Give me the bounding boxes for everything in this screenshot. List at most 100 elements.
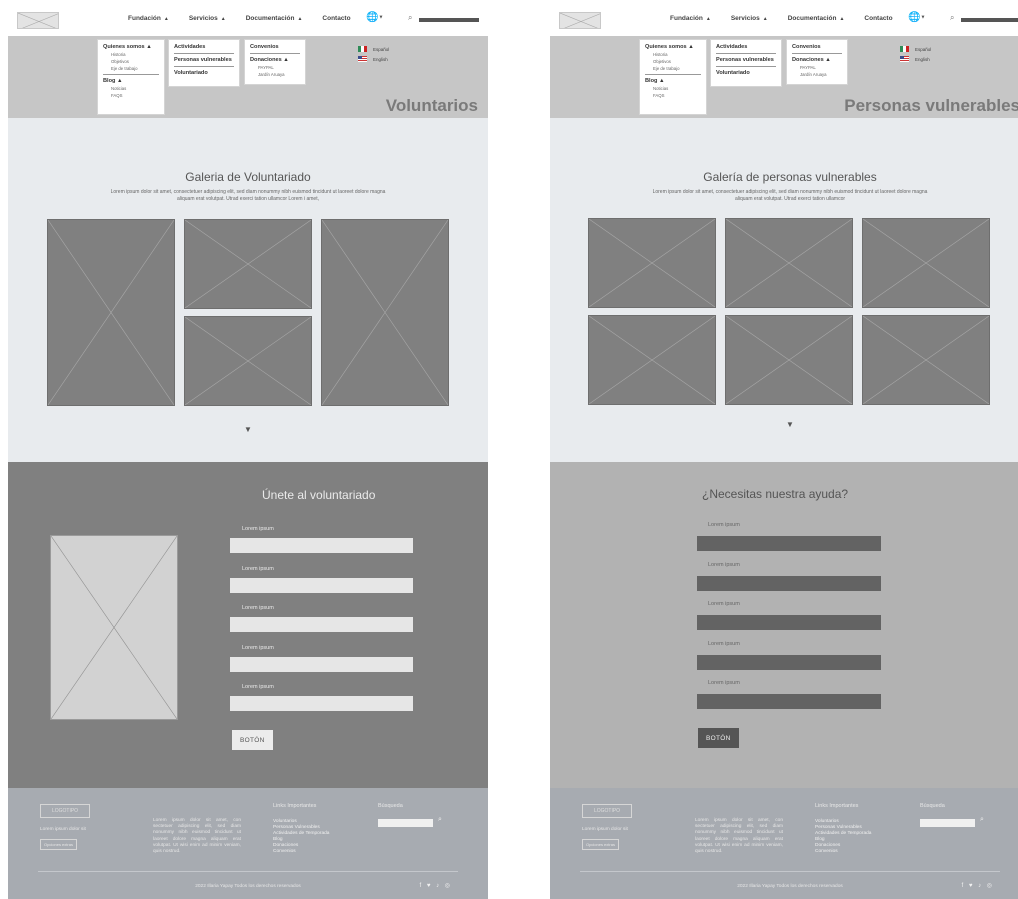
submenu-item[interactable]: Noticias [645,86,701,91]
menu-item-convenios[interactable]: Convenios [792,44,842,50]
footer-link[interactable]: Convenios [815,849,871,855]
servicios-dropdown: Actividades Personas vulnerables Voluntari… [168,39,240,87]
nav-item-3[interactable]: Contacto [864,15,892,22]
chevron-down-icon[interactable]: ▼ [550,420,1018,429]
text-input[interactable] [697,575,881,591]
text-input[interactable] [697,615,881,630]
gallery-image[interactable] [184,219,312,309]
search-bar[interactable]: ⌕ [408,13,480,25]
gallery-image[interactable] [588,218,716,308]
gallery-image[interactable] [862,315,990,405]
nav-item-0[interactable]: Fundación ▲ [128,15,169,22]
gallery-image[interactable] [321,219,449,406]
field-label: Lorem ipsum [242,605,274,611]
nav-item-2[interactable]: Documentación ▲ [788,15,845,22]
text-input[interactable] [230,696,413,711]
submenu-item[interactable]: FAQS [645,93,701,98]
social-icons[interactable]: f ♥ ♪ ◎ [962,882,994,889]
search-input[interactable] [961,18,1018,22]
search-icon[interactable]: ⌕ [438,816,442,824]
menu-label: Blog [103,78,116,84]
gallery-image[interactable] [725,315,853,405]
text-input[interactable] [230,538,413,553]
text-input[interactable] [230,617,413,632]
submit-button[interactable]: BOTÓN [698,728,739,748]
menu-item-convenios[interactable]: Convenios [250,44,300,50]
submenu-item[interactable]: FAQS [103,93,159,98]
menu-item-servicio[interactable]: Actividades [174,44,234,50]
menu-item-servicio[interactable]: Actividades [716,44,776,50]
submenu-item[interactable]: PAYPAL [792,65,842,70]
language-option-en[interactable]: English [358,56,389,62]
search-bar[interactable]: ⌕ [950,13,1018,25]
logo-placeholder[interactable] [559,12,601,29]
nav-menu: Fundación ▲ Servicios ▲ Documentación ▲ Contac… [670,15,913,22]
gallery-image[interactable] [184,316,312,406]
gallery-image[interactable] [862,218,990,308]
divider [716,53,776,54]
menu-item-blog[interactable]: Blog ▲ [645,78,701,84]
text-input[interactable] [230,656,413,672]
menu-item-servicio[interactable]: Personas vulnerables [174,57,234,63]
footer-link[interactable]: Convenios [273,849,329,855]
footer-logo[interactable]: LOGOTIPO [40,804,90,818]
submenu-item[interactable]: Eje de trabajo [103,66,159,71]
language-selector: Español English [900,46,931,66]
search-icon[interactable]: ⌕ [980,816,984,824]
gallery-image[interactable] [725,218,853,308]
nav-item-3[interactable]: Contacto [322,15,350,22]
nav-item-1[interactable]: Servicios ▲ [731,15,768,22]
submenu-item[interactable]: Historia [645,52,701,57]
nav-item-label: Contacto [322,15,351,22]
social-icons[interactable]: f ♥ ♪ ◎ [420,882,452,889]
form-title: Únete al voluntariado [262,488,376,502]
submenu-item[interactable]: Jardín Aruaya [792,72,842,77]
text-input[interactable] [697,654,881,670]
submenu-item[interactable]: Noticias [103,86,159,91]
footer-paragraph: Lorem ipsum dolor sit amet, con sectetue… [695,818,783,855]
gallery-image[interactable] [588,315,716,405]
text-input[interactable] [697,536,881,551]
search-input[interactable] [419,18,479,22]
menu-item-donaciones[interactable]: Donaciones ▲ [792,57,842,63]
gallery-image[interactable] [47,219,175,406]
menu-item-quienes[interactable]: Quienes somos ▲ [645,44,701,50]
nav-item-1[interactable]: Servicios ▲ [189,15,226,22]
menu-item-servicio[interactable]: Voluntariado [174,70,234,76]
globe-icon[interactable]: 🌐▼ [908,12,930,26]
menu-item-quienes[interactable]: Quienes somos ▲ [103,44,159,50]
footer-extra-button[interactable]: Opciones extras [582,839,619,850]
menu-item-servicio[interactable]: Voluntariado [716,70,776,76]
footer-extra-button[interactable]: Opciones extras [40,839,77,850]
footer-search-input[interactable] [378,819,433,827]
nav-item-label: Documentación [787,15,837,22]
footer-search-input[interactable] [920,819,975,827]
language-option-es[interactable]: Español [358,46,389,52]
search-icon: ⌕ [950,13,955,22]
nav-item-0[interactable]: Fundación ▲ [670,15,711,22]
submenu-item[interactable]: Eje de trabajo [645,66,701,71]
footer-logo[interactable]: LOGOTIPO [582,804,632,818]
text-input[interactable] [697,694,881,709]
submenu-item[interactable]: Historia [103,52,159,57]
nav-item-2[interactable]: Documentación ▲ [246,15,303,22]
submit-button[interactable]: BOTÓN [232,730,273,750]
menu-item-donaciones[interactable]: Donaciones ▲ [250,57,300,63]
submenu-item[interactable]: Jardín Aruaya [250,72,300,77]
logo-placeholder[interactable] [17,12,59,29]
chevron-down-icon[interactable]: ▼ [8,425,488,434]
documentacion-dropdown: Convenios Donaciones ▲ PAYPAL Jardín Aruaya [786,39,848,85]
logo-image-icon [18,13,58,28]
language-option-es[interactable]: Español [900,46,931,52]
footer-links: Voluntarios Personas Vulnerables Actividad… [815,819,871,855]
text-input[interactable] [230,577,413,593]
menu-item-blog[interactable]: Blog ▲ [103,78,159,84]
language-option-en[interactable]: English [900,56,931,62]
submenu-item[interactable]: Objetivos [103,59,159,64]
submenu-item[interactable]: PAYPAL [250,65,300,70]
field-label: Lorem ipsum [242,565,274,572]
globe-icon[interactable]: 🌐▼ [366,12,388,26]
menu-label: Blog [645,78,658,84]
submenu-item[interactable]: Objetivos [645,59,701,64]
menu-item-servicio[interactable]: Personas vulnerables [716,57,776,63]
